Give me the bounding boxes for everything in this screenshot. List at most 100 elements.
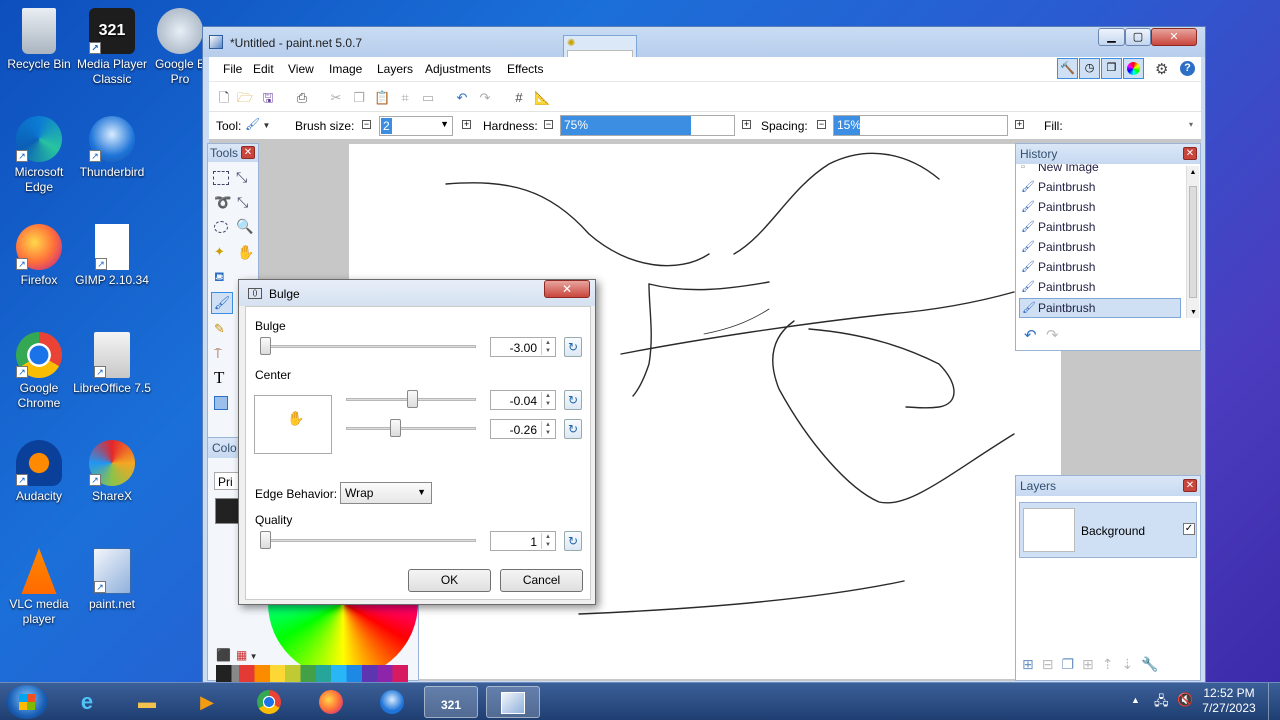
quality-slider-track[interactable] <box>264 539 476 542</box>
history-window-toggle[interactable]: ◷ <box>1079 58 1100 79</box>
audacity-shortcut[interactable]: ↗ Audacity <box>0 440 78 504</box>
colors-window-toggle[interactable] <box>1123 58 1144 79</box>
bulge-slider-track[interactable] <box>264 345 476 348</box>
start-button[interactable] <box>6 685 48 719</box>
menu-file[interactable]: File <box>223 62 242 76</box>
magic-wand-icon[interactable]: ✦ <box>214 244 225 260</box>
clock[interactable]: 12:52 PM 7/27/2023 <box>1198 686 1260 716</box>
toolbar-overflow-icon[interactable]: ▾ <box>1189 120 1193 129</box>
merge-layer-icon[interactable]: ⊞ <box>1082 656 1102 672</box>
brush-size-decrease[interactable]: − <box>362 120 371 129</box>
tools-panel-header[interactable]: Tools ✕ <box>208 144 258 162</box>
history-item[interactable]: ▫ New Image <box>1016 164 1186 178</box>
rectangle-select-icon[interactable] <box>213 171 229 185</box>
vlc-shortcut[interactable]: VLC media player <box>0 548 78 627</box>
layer-row-background[interactable]: Background ✓ <box>1019 502 1197 558</box>
taskbar-media-player-classic[interactable]: 321 <box>424 686 478 718</box>
taskbar-firefox[interactable] <box>304 686 358 718</box>
center-x-reset-button[interactable]: ↻ <box>564 390 582 410</box>
layers-panel-close-button[interactable]: ✕ <box>1183 479 1197 492</box>
microsoft-edge-shortcut[interactable]: ↗ Microsoft Edge <box>0 116 78 195</box>
recycle-bin-shortcut[interactable]: Recycle Bin <box>0 8 78 72</box>
add-layer-icon[interactable]: ⊞ <box>1022 656 1042 672</box>
menu-image[interactable]: Image <box>329 62 362 76</box>
history-panel-close-button[interactable]: ✕ <box>1183 147 1197 160</box>
quality-value-input[interactable]: 1 ▲ ▼ <box>490 531 556 551</box>
print-icon[interactable]: ⎙ <box>294 90 310 106</box>
menu-edit[interactable]: Edit <box>253 62 274 76</box>
taskbar-media-player[interactable]: ▶ <box>180 686 234 718</box>
cut-icon[interactable]: ✂ <box>328 90 344 106</box>
move-selection-icon[interactable]: ⤡ <box>237 194 248 211</box>
bulge-value-input[interactable]: -3.00 ▲ ▼ <box>490 337 556 357</box>
quality-slider-thumb[interactable] <box>260 531 271 549</box>
menu-adjustments[interactable]: Adjustments <box>425 62 491 76</box>
brush-size-combobox[interactable]: 2 ▼ <box>379 116 453 136</box>
save-icon[interactable]: 🖫 <box>260 90 276 106</box>
center-y-value-input[interactable]: -0.26 ▲ ▼ <box>490 419 556 439</box>
menu-effects[interactable]: Effects <box>507 62 543 76</box>
add-color-icon[interactable]: ⬛ <box>216 648 231 662</box>
bulge-reset-button[interactable]: ↻ <box>564 337 582 357</box>
crop-icon[interactable]: ⌗ <box>397 90 413 106</box>
redo-icon[interactable]: ↷ <box>477 90 493 106</box>
clone-stamp-icon[interactable]: ⍑ <box>214 346 222 362</box>
paintbrush-tool-icon[interactable]: 🖌 <box>211 292 233 314</box>
paint-net-shortcut[interactable]: ↗ paint.net <box>73 548 151 612</box>
delete-layer-icon[interactable]: ⊟ <box>1042 656 1062 672</box>
grid-icon[interactable]: # <box>511 90 527 106</box>
move-layer-up-icon[interactable]: ⇡ <box>1102 656 1122 672</box>
center-x-slider-thumb[interactable] <box>407 390 418 408</box>
minimize-button[interactable]: ▁ <box>1098 28 1125 46</box>
lasso-select-icon[interactable]: ➰ <box>214 194 231 211</box>
dialog-titlebar[interactable]: () Bulge ✕ <box>239 280 595 306</box>
center-picker-preview[interactable]: ✋ <box>254 395 332 454</box>
spin-buttons[interactable]: ▲ ▼ <box>541 339 554 355</box>
pencil-icon[interactable]: ✎ <box>214 321 225 337</box>
libreoffice-shortcut[interactable]: ↗ LibreOffice 7.5 <box>73 332 151 396</box>
deselect-icon[interactable]: ▭ <box>420 90 436 106</box>
bulge-slider-thumb[interactable] <box>260 337 271 355</box>
taskbar-chrome[interactable] <box>242 686 296 718</box>
tools-window-toggle[interactable]: 🔨 <box>1057 58 1078 79</box>
menu-view[interactable]: View <box>288 62 314 76</box>
center-y-reset-button[interactable]: ↻ <box>564 419 582 439</box>
undo-icon[interactable]: ↶ <box>454 90 470 106</box>
layer-properties-icon[interactable]: 🔧 <box>1141 656 1166 672</box>
window-titlebar[interactable]: *Untitled - paint.net 5.0.7 ✺ ⌄ ▁ ▢ ✕ <box>203 27 1205 107</box>
move-layer-down-icon[interactable]: ⇣ <box>1122 656 1142 672</box>
new-file-icon[interactable]: 🗋 <box>216 90 232 106</box>
open-folder-icon[interactable]: 🗁 <box>237 90 253 106</box>
layers-panel-header[interactable]: Layers ✕ <box>1016 476 1200 496</box>
spin-buttons[interactable]: ▲ ▼ <box>541 421 554 437</box>
center-y-slider-thumb[interactable] <box>390 419 401 437</box>
taskbar-file-explorer[interactable]: ▬ <box>120 686 174 718</box>
brush-size-increase[interactable]: + <box>462 120 471 129</box>
hardness-decrease[interactable]: − <box>544 120 553 129</box>
taskbar-internet-explorer[interactable]: e <box>60 686 114 718</box>
palette-menu-icon[interactable]: ▦ ▼ <box>236 648 257 662</box>
menu-layers[interactable]: Layers <box>377 62 413 76</box>
spacing-increase[interactable]: + <box>1015 120 1024 129</box>
center-y-slider-track[interactable] <box>346 427 476 430</box>
zoom-icon[interactable]: 🔍 <box>236 218 253 235</box>
history-scrollbar[interactable]: ▲ ▼ <box>1186 166 1199 318</box>
duplicate-layer-icon[interactable]: ❐ <box>1061 656 1082 672</box>
sharex-shortcut[interactable]: ↗ ShareX <box>73 440 151 504</box>
tool-selector[interactable]: 🖌 ▼ <box>245 117 275 135</box>
history-undo-icon[interactable]: ↶ <box>1024 326 1037 344</box>
history-item[interactable]: 🖌 Paintbrush <box>1016 238 1186 258</box>
history-item[interactable]: 🖌 Paintbrush <box>1016 218 1186 238</box>
history-panel-header[interactable]: History ✕ <box>1016 144 1200 164</box>
google-chrome-shortcut[interactable]: ↗ Google Chrome <box>0 332 78 411</box>
tools-panel-close-button[interactable]: ✕ <box>241 146 255 159</box>
show-hidden-icons-arrow[interactable]: ▲ <box>1131 695 1140 705</box>
spacing-slider[interactable]: 15% <box>833 115 1008 136</box>
dialog-close-button[interactable]: ✕ <box>544 280 590 298</box>
paste-icon[interactable]: 📋 <box>374 90 390 106</box>
cancel-button[interactable]: Cancel <box>500 569 583 592</box>
taskbar-paint-net[interactable] <box>486 686 540 718</box>
quality-reset-button[interactable]: ↻ <box>564 531 582 551</box>
spin-buttons[interactable]: ▲ ▼ <box>541 392 554 408</box>
move-selected-icon[interactable]: ⤡ <box>236 169 247 186</box>
